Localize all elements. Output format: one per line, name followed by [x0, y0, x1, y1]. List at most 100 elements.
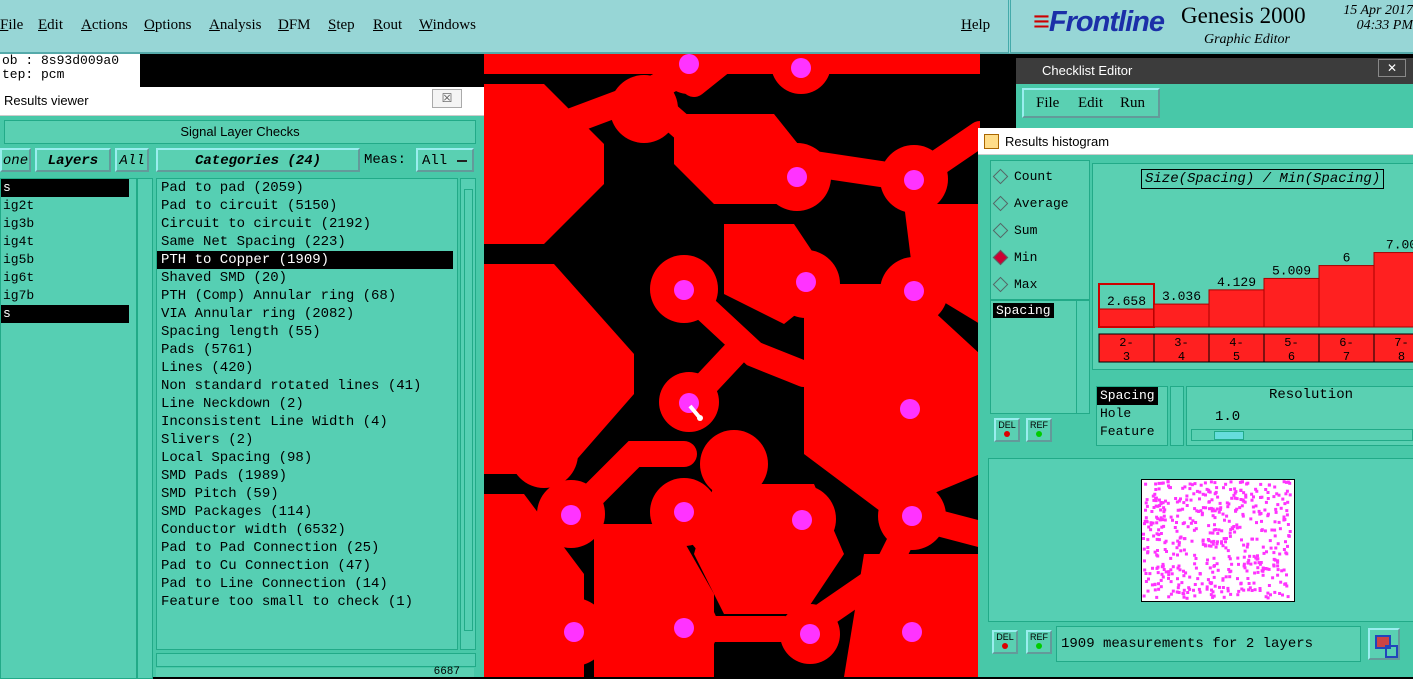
categories-scrollbar[interactable] [460, 178, 476, 650]
category-item[interactable]: VIA Annular ring (2082) [157, 305, 457, 323]
layer-item[interactable]: ig2t [1, 197, 136, 215]
category-item[interactable]: Non standard rotated lines (41) [157, 377, 457, 395]
layers-scrollbar[interactable] [137, 178, 153, 679]
meas-label: Meas: [364, 152, 407, 168]
layers-button[interactable]: Layers [35, 148, 111, 172]
histogram-bar[interactable] [1263, 277, 1320, 328]
radio-max[interactable]: Max [992, 276, 1037, 293]
layer-item[interactable]: s [1, 179, 129, 197]
del-button-2[interactable]: DEL [992, 630, 1018, 654]
dropdown-icon [457, 160, 467, 162]
radio-min[interactable]: Min [992, 249, 1037, 266]
mode-item[interactable]: Feature [1097, 423, 1167, 441]
category-item[interactable]: Local Spacing (98) [157, 449, 457, 467]
measure-scrollbar[interactable] [1076, 300, 1090, 414]
category-item[interactable]: Conductor width (6532) [157, 521, 457, 539]
menu-analysis[interactable]: Analysis [209, 17, 262, 34]
all-layers-button[interactable]: All [115, 148, 149, 172]
histogram-bar[interactable] [1373, 252, 1413, 328]
category-item[interactable]: SMD Pads (1989) [157, 467, 457, 485]
checklist-menu-run[interactable]: Run [1120, 95, 1145, 112]
menu-options[interactable]: Options [144, 17, 192, 34]
categories-list[interactable]: Pad to pad (2059) Pad to circuit (5150) Ci… [156, 178, 458, 650]
range-label-low: 6- [1339, 336, 1353, 350]
histogram-bar[interactable] [1318, 265, 1375, 328]
layers-list[interactable]: s ig2t ig3b ig4t ig5b ig6t ig7b s [0, 178, 137, 679]
time-text: 04:33 PM [1356, 18, 1413, 33]
histogram-bar[interactable] [1208, 289, 1265, 328]
category-item[interactable]: Pad to Line Connection (14) [157, 575, 457, 593]
layer-item[interactable]: ig6t [1, 269, 136, 287]
category-item[interactable]: Spacing length (55) [157, 323, 457, 341]
menu-step[interactable]: Step [328, 17, 355, 34]
ref-label-2: REF [1030, 632, 1048, 642]
meas-select[interactable]: All [416, 148, 474, 172]
menu-edit[interactable]: Edit [38, 17, 63, 34]
range-label-low: 2- [1119, 336, 1133, 350]
measure-item-spacing[interactable]: Spacing [993, 303, 1054, 318]
bar-value-label: 2.658 [1107, 294, 1146, 309]
menu-rout[interactable]: Rout [373, 17, 402, 34]
layer-item[interactable]: ig5b [1, 251, 136, 269]
histogram-bar[interactable] [1153, 303, 1210, 328]
bar-value-label: 5.009 [1272, 263, 1311, 278]
radio-average[interactable]: Average [992, 195, 1069, 212]
histogram-bars[interactable]: 2.6582-33.0363-44.1294-55.0095-666-77.00… [1093, 164, 1413, 369]
mode-item[interactable]: Spacing [1097, 387, 1158, 405]
menu-actions[interactable]: Actions [81, 17, 128, 34]
category-item[interactable]: Shaved SMD (20) [157, 269, 457, 287]
resolution-slider[interactable] [1191, 429, 1413, 441]
scroll-thumb[interactable] [464, 189, 473, 631]
menu-dfm[interactable]: DFM [278, 17, 311, 34]
layer-item[interactable]: ig4t [1, 233, 136, 251]
layer-item[interactable]: ig3b [1, 215, 136, 233]
ref-button[interactable]: REF [1026, 418, 1052, 442]
pcb-graphic-canvas[interactable] [484, 54, 980, 677]
distribution-map[interactable] [1141, 479, 1295, 602]
slider-thumb[interactable] [1214, 431, 1244, 440]
menu-help[interactable]: Help [961, 17, 990, 34]
histogram-bar[interactable] [1098, 308, 1155, 328]
category-item[interactable]: Pad to Pad Connection (25) [157, 539, 457, 557]
menu-file[interactable]: File [0, 17, 23, 34]
category-item[interactable]: Slivers (2) [157, 431, 457, 449]
measure-listbox[interactable]: Spacing [990, 300, 1078, 414]
red-dot-icon [1002, 643, 1008, 649]
layer-item[interactable]: s [1, 305, 129, 323]
category-item[interactable]: Pads (5761) [157, 341, 457, 359]
radio-count[interactable]: Count [992, 168, 1054, 185]
close-icon[interactable]: ✕ [1378, 59, 1406, 77]
category-item[interactable]: Same Net Spacing (223) [157, 233, 457, 251]
menu-windows[interactable]: Windows [419, 17, 476, 34]
category-item[interactable]: SMD Packages (114) [157, 503, 457, 521]
category-item[interactable]: Line Neckdown (2) [157, 395, 457, 413]
none-button[interactable]: one [0, 148, 31, 172]
category-item[interactable]: Circuit to circuit (2192) [157, 215, 457, 233]
checklist-menu-edit[interactable]: Edit [1078, 95, 1103, 112]
radio-sum[interactable]: Sum [992, 222, 1037, 239]
radio-label: Average [1014, 196, 1069, 211]
radio-label: Count [1014, 169, 1054, 184]
count-readout: 6687 [433, 666, 460, 678]
category-item[interactable]: Pad to Cu Connection (47) [157, 557, 457, 575]
category-item[interactable]: Inconsistent Line Width (4) [157, 413, 457, 431]
del-button[interactable]: DEL [994, 418, 1020, 442]
layer-item[interactable]: ig7b [1, 287, 136, 305]
category-item[interactable]: SMD Pitch (59) [157, 485, 457, 503]
category-item[interactable]: PTH (Comp) Annular ring (68) [157, 287, 457, 305]
category-item[interactable]: Feature too small to check (1) [157, 593, 457, 611]
category-item[interactable]: PTH to Copper (1909) [157, 251, 453, 269]
ref-button-2[interactable]: REF [1026, 630, 1052, 654]
mode-list[interactable]: Spacing Hole Feature [1096, 386, 1168, 446]
mode-scrollbar[interactable] [1170, 386, 1184, 446]
close-icon[interactable]: ☒ [432, 89, 462, 108]
category-item[interactable]: Pad to pad (2059) [157, 179, 457, 197]
signal-layer-checks-header: Signal Layer Checks [4, 120, 476, 144]
categories-hscrollbar[interactable] [156, 653, 476, 667]
zoom-to-icon[interactable] [1368, 628, 1400, 660]
mode-item[interactable]: Hole [1097, 405, 1167, 423]
category-item[interactable]: Pad to circuit (5150) [157, 197, 457, 215]
category-item[interactable]: Lines (420) [157, 359, 457, 377]
checklist-menu-file[interactable]: File [1036, 95, 1059, 112]
categories-button[interactable]: Categories (24) [156, 148, 360, 172]
